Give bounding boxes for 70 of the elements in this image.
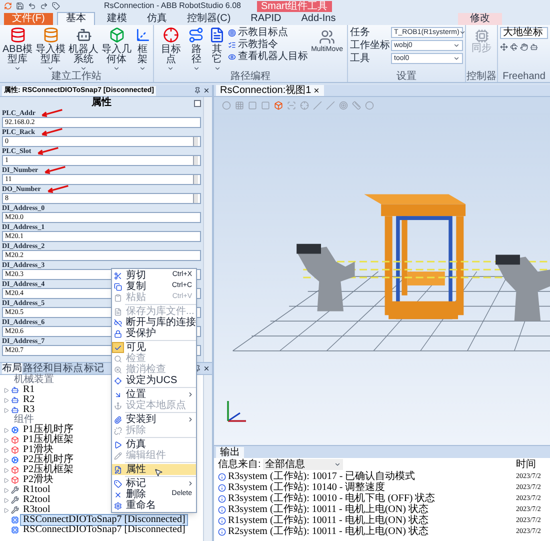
tree-item[interactable]: P1压机框架 [21, 435, 76, 445]
tree-item[interactable]: R3tool [21, 505, 52, 515]
ribbon-button[interactable]: 框架 [134, 25, 151, 72]
log-message: R3system (工作站): 10010 - 电机下电 (OFF) 状态 [228, 493, 436, 504]
ribbon-button[interactable]: ABB模型库 [2, 25, 33, 72]
tree-section-header: 机械装置 [14, 375, 54, 385]
panel-tab[interactable]: 布局 [2, 363, 22, 374]
log-message: R1system (工作站): 10011 - 电机上电(ON) 状态 [228, 515, 428, 526]
group-label: 控制器 [466, 72, 496, 82]
ribbon-list-button[interactable]: 示教指令 [228, 39, 308, 50]
ribbon-button[interactable]: 目标点 [156, 25, 186, 72]
menu-item[interactable]: 重命名 [112, 500, 196, 511]
tree-item[interactable]: P1压机时序 [21, 425, 76, 435]
ribbon-tab[interactable]: 控制器(C) [178, 13, 239, 25]
menu-item[interactable]: 可见 [112, 342, 196, 353]
ribbon-tab[interactable]: Add-Ins [293, 13, 344, 25]
filter-label: 信息来自: [218, 459, 261, 470]
filter-dropdown[interactable]: 全部信息 [262, 459, 343, 470]
group-label: 建立工作站 [52, 72, 102, 82]
tree-item[interactable]: R3 [21, 405, 37, 415]
menu-item[interactable]: 受保护 [112, 328, 196, 339]
tree-item[interactable]: R1 [21, 385, 37, 395]
ribbon-tab[interactable]: 修改 [458, 13, 502, 25]
panel-heading: 属性 [92, 97, 112, 109]
group-label: 路径编程 [230, 72, 270, 82]
ribbon-tab[interactable]: 建模 [98, 13, 135, 25]
ribbon-button[interactable]: 其它 [207, 25, 228, 72]
menu-item[interactable]: 仿真 [112, 439, 196, 450]
tree-item[interactable]: R1tool [21, 485, 52, 495]
log-message: R3system (工作站): 10140 - 调整速度 [228, 482, 386, 493]
menu-item[interactable]: 断开与库的连接 [112, 317, 196, 328]
log-message: R3system (工作站): 10011 - 电机上电(ON) 状态 [228, 504, 428, 515]
menu-item[interactable]: 位置 [112, 389, 196, 400]
menu-item[interactable]: 安装到 [112, 414, 196, 425]
ribbon-button[interactable]: 路径 [186, 25, 206, 72]
field-label: 工具 [350, 53, 371, 64]
tree-section-header: 组件 [14, 415, 34, 425]
tree-item[interactable]: RSConnectDIOToSnap7 [Disconnected] [21, 515, 188, 525]
dropdown-field[interactable]: 大地坐标 [500, 27, 548, 39]
tree-item[interactable]: R2tool [21, 495, 52, 505]
tree-item[interactable]: R2 [21, 395, 37, 405]
tree-item[interactable]: P1滑块 [21, 445, 56, 455]
tree-item[interactable]: P2压机框架 [21, 465, 76, 475]
tree-item[interactable]: P2滑块 [21, 475, 56, 485]
ribbon-button[interactable]: 机器人系统 [68, 25, 99, 72]
ribbon-list-button[interactable]: 示教目标点 [228, 27, 308, 38]
ribbon-tab[interactable]: 基本 [56, 12, 95, 25]
field-label: 任务 [350, 27, 371, 38]
tree-item[interactable]: P2压机时序 [21, 455, 76, 465]
menu-item[interactable]: 属性 [112, 464, 196, 475]
ribbon-button[interactable]: 导入模型库 [35, 25, 66, 72]
context-tab-label: Smart组件工具 [256, 0, 332, 12]
ribbon-button[interactable]: 导入几何体 [101, 25, 132, 72]
menu-item[interactable]: 设定为UCS [112, 375, 196, 386]
column-header: 时间 [516, 459, 537, 470]
panel-tab[interactable]: 标记 [84, 363, 104, 374]
log-message: R3system (工作站): 10017 - 已确认自动模式 [228, 471, 416, 482]
ribbon-tab[interactable]: 仿真 [138, 13, 175, 25]
field-label: 工作坐标 [350, 40, 391, 51]
document-tab[interactable]: RsConnection:视图1 [216, 85, 324, 96]
ribbon-tab[interactable]: RAPID [242, 13, 290, 25]
window-title: RsConnection - ABB RobotStudio 6.08 [104, 1, 241, 11]
log-message: R2system (工作站): 10011 - 电机上电(ON) 状态 [228, 526, 428, 537]
menu-item[interactable]: 标记 [112, 478, 196, 489]
panel-tab[interactable]: 输出 [216, 447, 244, 458]
ribbon-list-button[interactable]: 查看机器人目标 [228, 51, 308, 62]
group-label: Freehand [502, 72, 546, 82]
tree-item[interactable]: RSConnectDIOToSnap7 [Disconnected] [21, 525, 188, 535]
panel-tab[interactable]: 路径和目标点 [23, 363, 83, 374]
group-label: 设置 [396, 72, 416, 82]
